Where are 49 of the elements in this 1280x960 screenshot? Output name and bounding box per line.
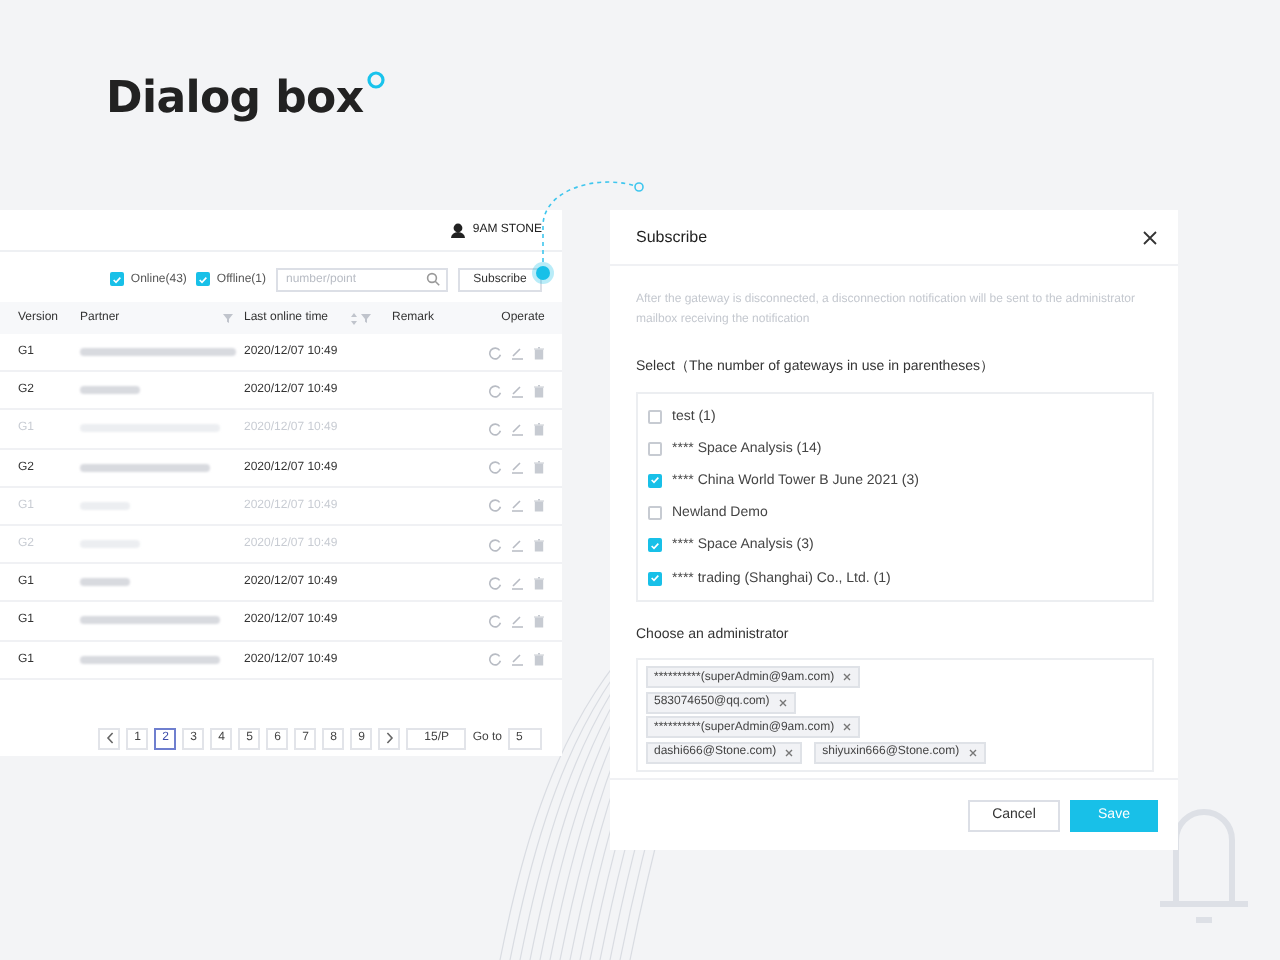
remove-icon[interactable]	[842, 722, 853, 733]
redacted-text	[80, 616, 220, 625]
avatar-icon	[450, 222, 467, 238]
edit-icon[interactable]	[510, 345, 524, 360]
trash-icon[interactable]	[532, 652, 546, 667]
previous-page-button[interactable]	[98, 727, 121, 750]
checkbox[interactable]	[648, 571, 662, 586]
refresh-icon[interactable]	[488, 345, 502, 360]
filter-icon[interactable]	[222, 311, 234, 325]
sort-icon[interactable]	[350, 311, 359, 325]
next-page-button[interactable]	[378, 727, 401, 750]
checkbox[interactable]	[648, 441, 662, 456]
edit-icon[interactable]	[510, 575, 524, 590]
redacted-text	[80, 463, 210, 472]
checkbox[interactable]	[648, 473, 662, 488]
refresh-icon[interactable]	[488, 652, 502, 667]
edit-icon[interactable]	[510, 613, 524, 628]
close-icon[interactable]	[1142, 229, 1158, 245]
trash-icon[interactable]	[532, 613, 546, 628]
chevron-left-icon	[105, 732, 114, 745]
remove-icon[interactable]	[842, 672, 853, 683]
page-title: Dialog box	[106, 72, 364, 128]
redacted-text	[80, 578, 130, 587]
search-icon[interactable]	[426, 272, 440, 286]
refresh-icon[interactable]	[488, 575, 502, 590]
checkbox[interactable]	[648, 409, 662, 424]
trash-icon[interactable]	[532, 460, 546, 475]
refresh-icon[interactable]	[488, 460, 502, 475]
edit-icon[interactable]	[510, 460, 524, 475]
chevron-right-icon	[385, 732, 394, 745]
edit-icon[interactable]	[510, 383, 524, 398]
remove-icon[interactable]	[777, 697, 788, 708]
refresh-icon[interactable]	[488, 383, 502, 398]
checkbox[interactable]	[648, 538, 662, 553]
remove-icon[interactable]	[784, 747, 795, 758]
redacted-text	[80, 655, 220, 664]
refresh-icon[interactable]	[488, 613, 502, 628]
checkbox[interactable]	[110, 272, 125, 286]
edit-icon[interactable]	[510, 652, 524, 667]
checkbox[interactable]	[196, 272, 211, 286]
checkbox[interactable]	[648, 506, 662, 521]
ring-icon	[365, 70, 386, 90]
redacted-text	[80, 386, 140, 395]
connector-dot	[536, 266, 550, 280]
dialog-title: Subscribe	[636, 228, 708, 246]
trash-icon[interactable]	[532, 575, 546, 590]
trash-icon[interactable]	[532, 383, 546, 398]
trash-icon[interactable]	[532, 345, 546, 360]
remove-icon[interactable]	[967, 747, 978, 758]
